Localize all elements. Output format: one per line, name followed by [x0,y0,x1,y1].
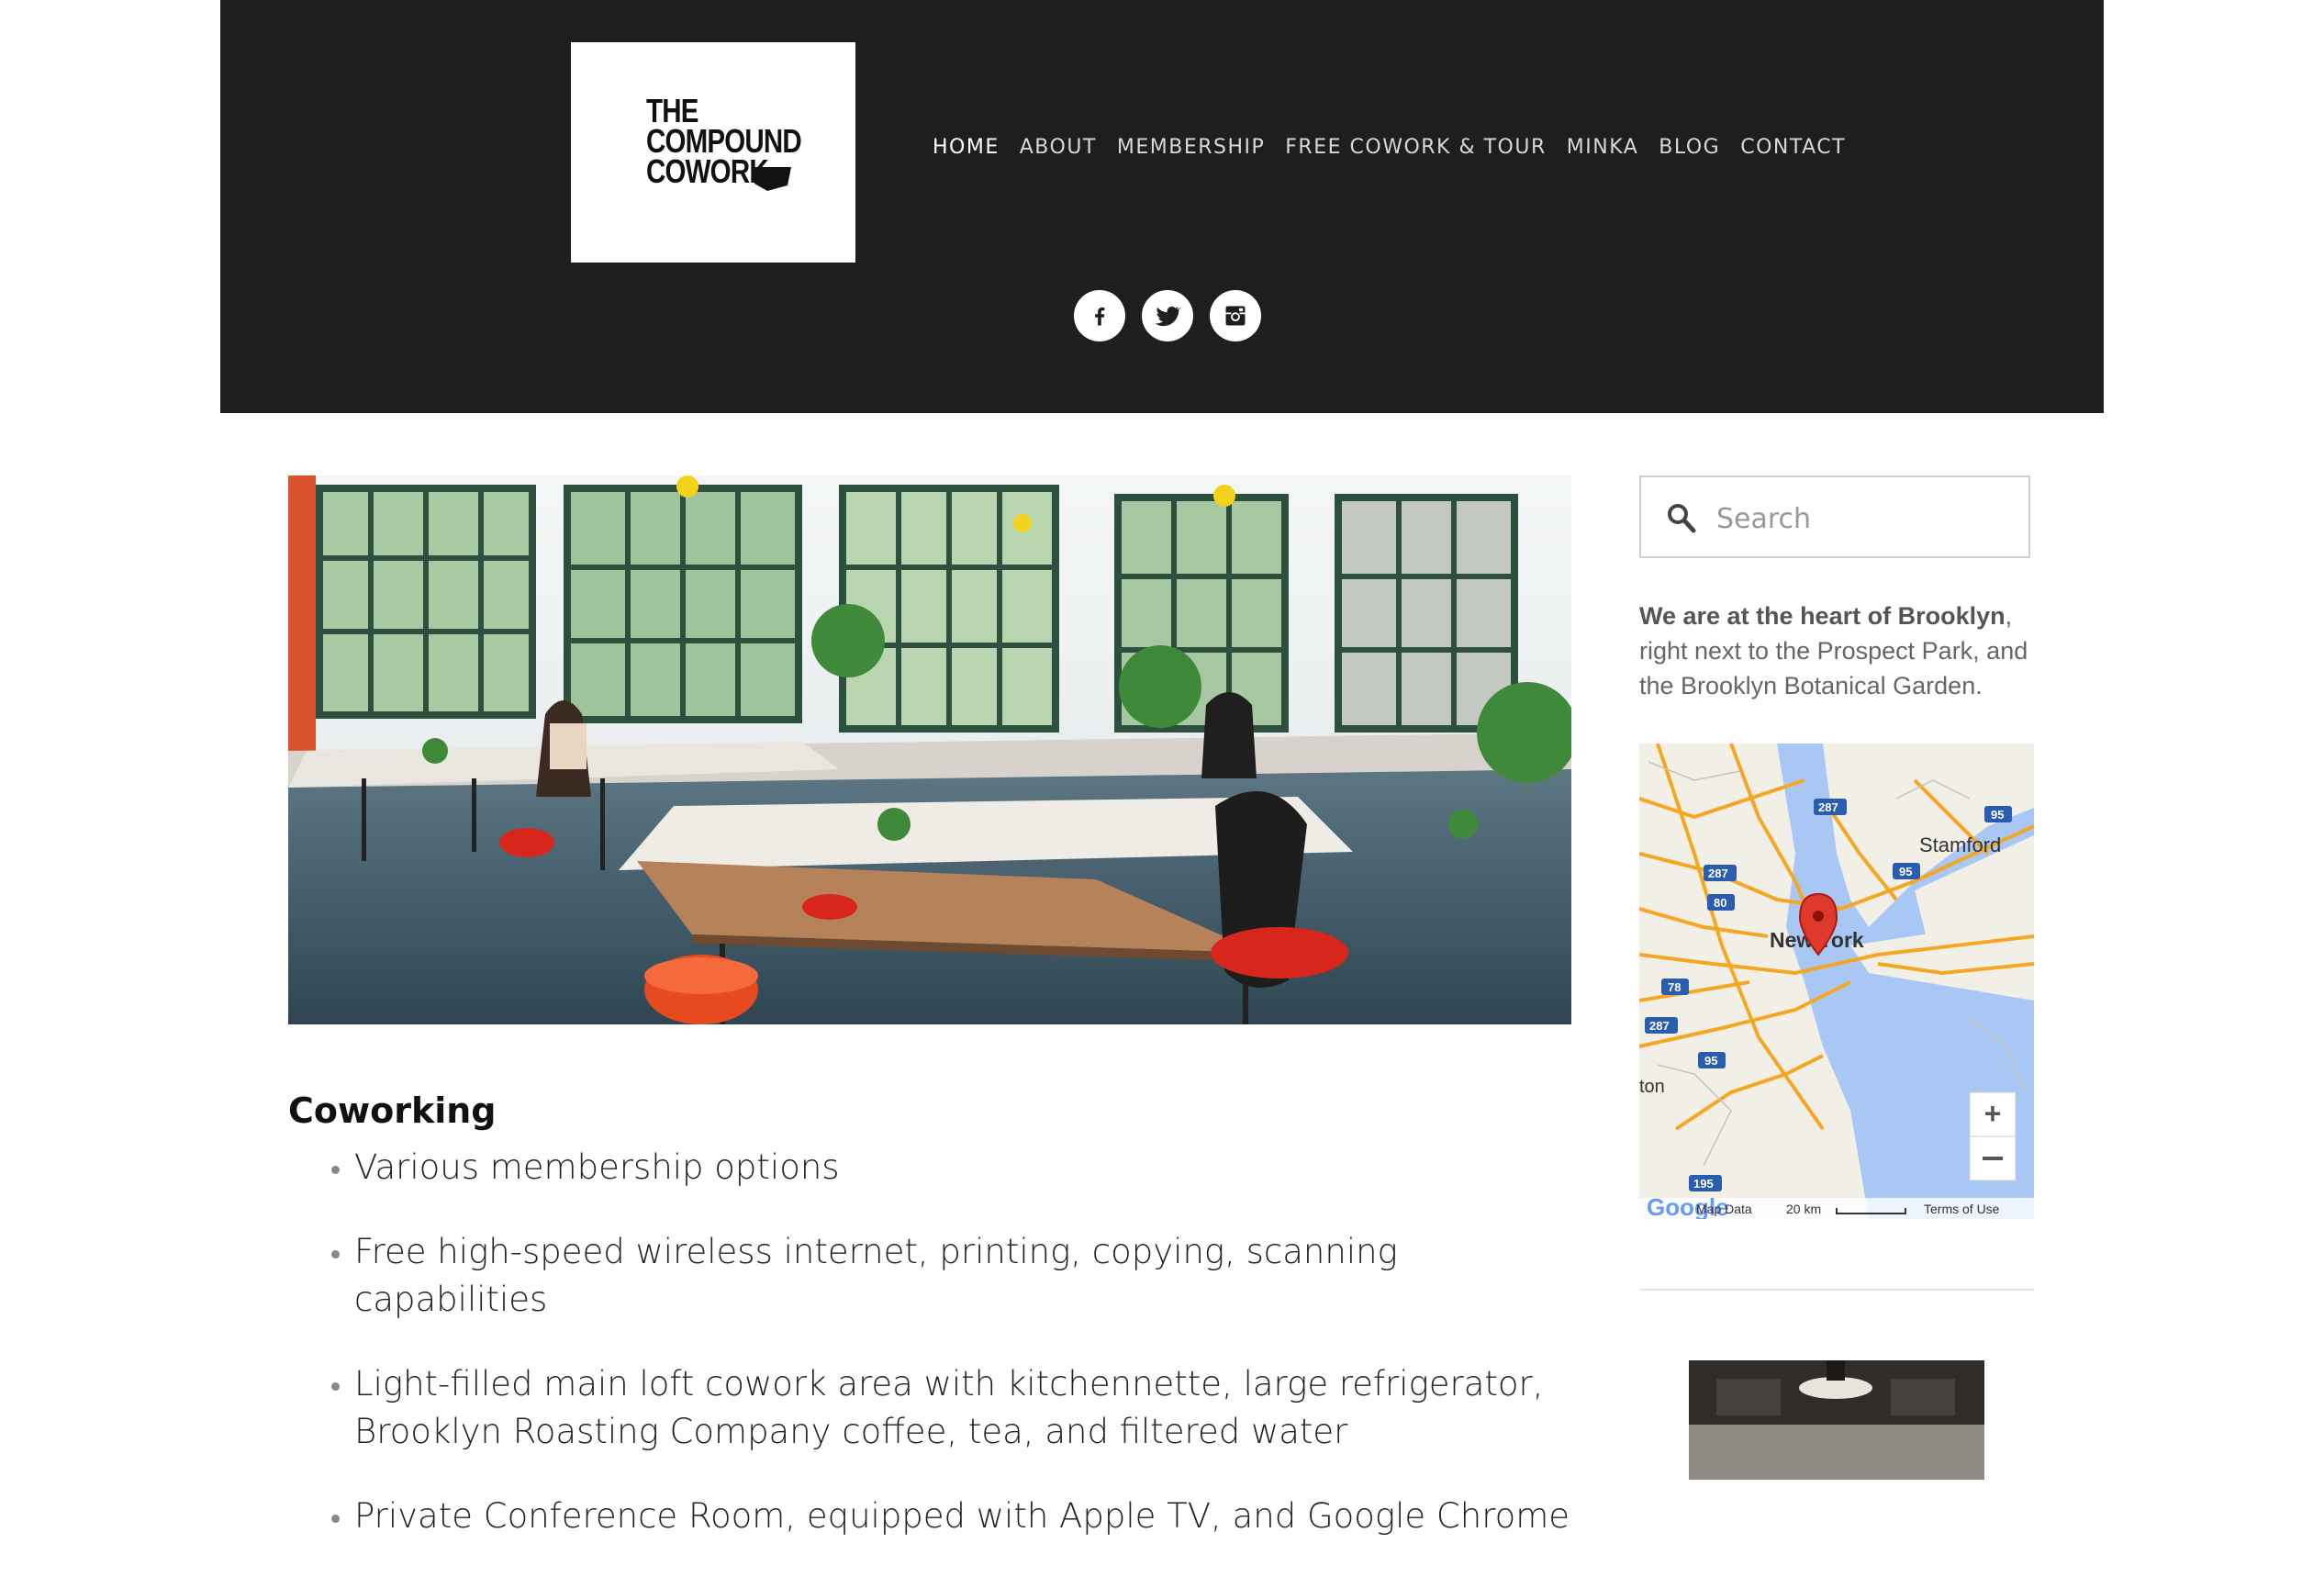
map-scale-label: 20 km [1786,1202,1821,1216]
location-map[interactable]: Stamford New York ton 287 287 80 95 95 7… [1639,744,2034,1219]
svg-text:Stamford: Stamford [1919,833,2001,856]
search-box [1639,475,2030,558]
nav-item-blog[interactable]: BLOG [1659,136,1720,159]
map-data-label[interactable]: Map Data [1696,1202,1752,1216]
list-item: Various membership options [354,1144,1575,1191]
svg-text:95: 95 [1991,808,2004,822]
location-blurb: We are at the heart of Brooklyn, right n… [1639,602,2028,699]
nav-item-home[interactable]: HOME [933,136,1000,159]
map-label-stamford: Stamford [1919,833,2001,856]
section-title: Coworking [288,1090,497,1131]
map-label-ton: ton [1639,1077,1665,1097]
search-input[interactable] [1715,494,2021,543]
feature-list: Various membership options Free high-spe… [319,1144,1575,1577]
zoom-out-button[interactable] [1969,1135,2017,1181]
svg-text:287: 287 [1818,800,1838,814]
svg-text:78: 78 [1668,980,1681,994]
search-icon [1668,504,1696,533]
list-item: Light-filled main loft cowork area with … [354,1360,1575,1456]
map-terms-link[interactable]: Terms of Use [1924,1202,2000,1216]
twitter-icon[interactable] [1142,290,1193,341]
main-nav: HOME ABOUT MEMBERSHIP FREE COWORK & TOUR… [933,136,1866,159]
zoom-in-button[interactable]: + [1969,1091,2017,1137]
svg-text:287: 287 [1708,867,1728,880]
instagram-icon[interactable] [1210,290,1261,341]
nav-item-minka[interactable]: MINKA [1567,136,1639,159]
svg-text:80: 80 [1714,896,1726,910]
site-header: THE COMPOUND COWORK HOME ABOUT MEMBERSHI… [220,0,2104,413]
nav-item-free-cowork-tour[interactable]: FREE COWORK & TOUR [1285,136,1546,159]
hero-image-coworking-space [288,475,1571,1024]
list-item: Free high-speed wireless internet, print… [354,1228,1575,1324]
svg-text:95: 95 [1704,1054,1717,1068]
social-links [1074,290,1261,341]
svg-text:195: 195 [1693,1177,1714,1191]
nav-item-about[interactable]: ABOUT [1020,136,1097,159]
sidebar-photo [1689,1360,1984,1480]
logo[interactable]: THE COMPOUND COWORK [571,42,855,263]
svg-text:95: 95 [1899,865,1912,878]
svg-text:287: 287 [1649,1019,1670,1033]
nav-item-contact[interactable]: CONTACT [1740,136,1846,159]
sidebar-divider [1639,1289,2034,1291]
nav-item-membership[interactable]: MEMBERSHIP [1117,136,1265,159]
svg-text:+: + [1984,1097,2002,1130]
logo-mark-icon [754,167,791,191]
list-item: Private Conference Room, equipped with A… [354,1493,1575,1540]
facebook-icon[interactable] [1074,290,1125,341]
